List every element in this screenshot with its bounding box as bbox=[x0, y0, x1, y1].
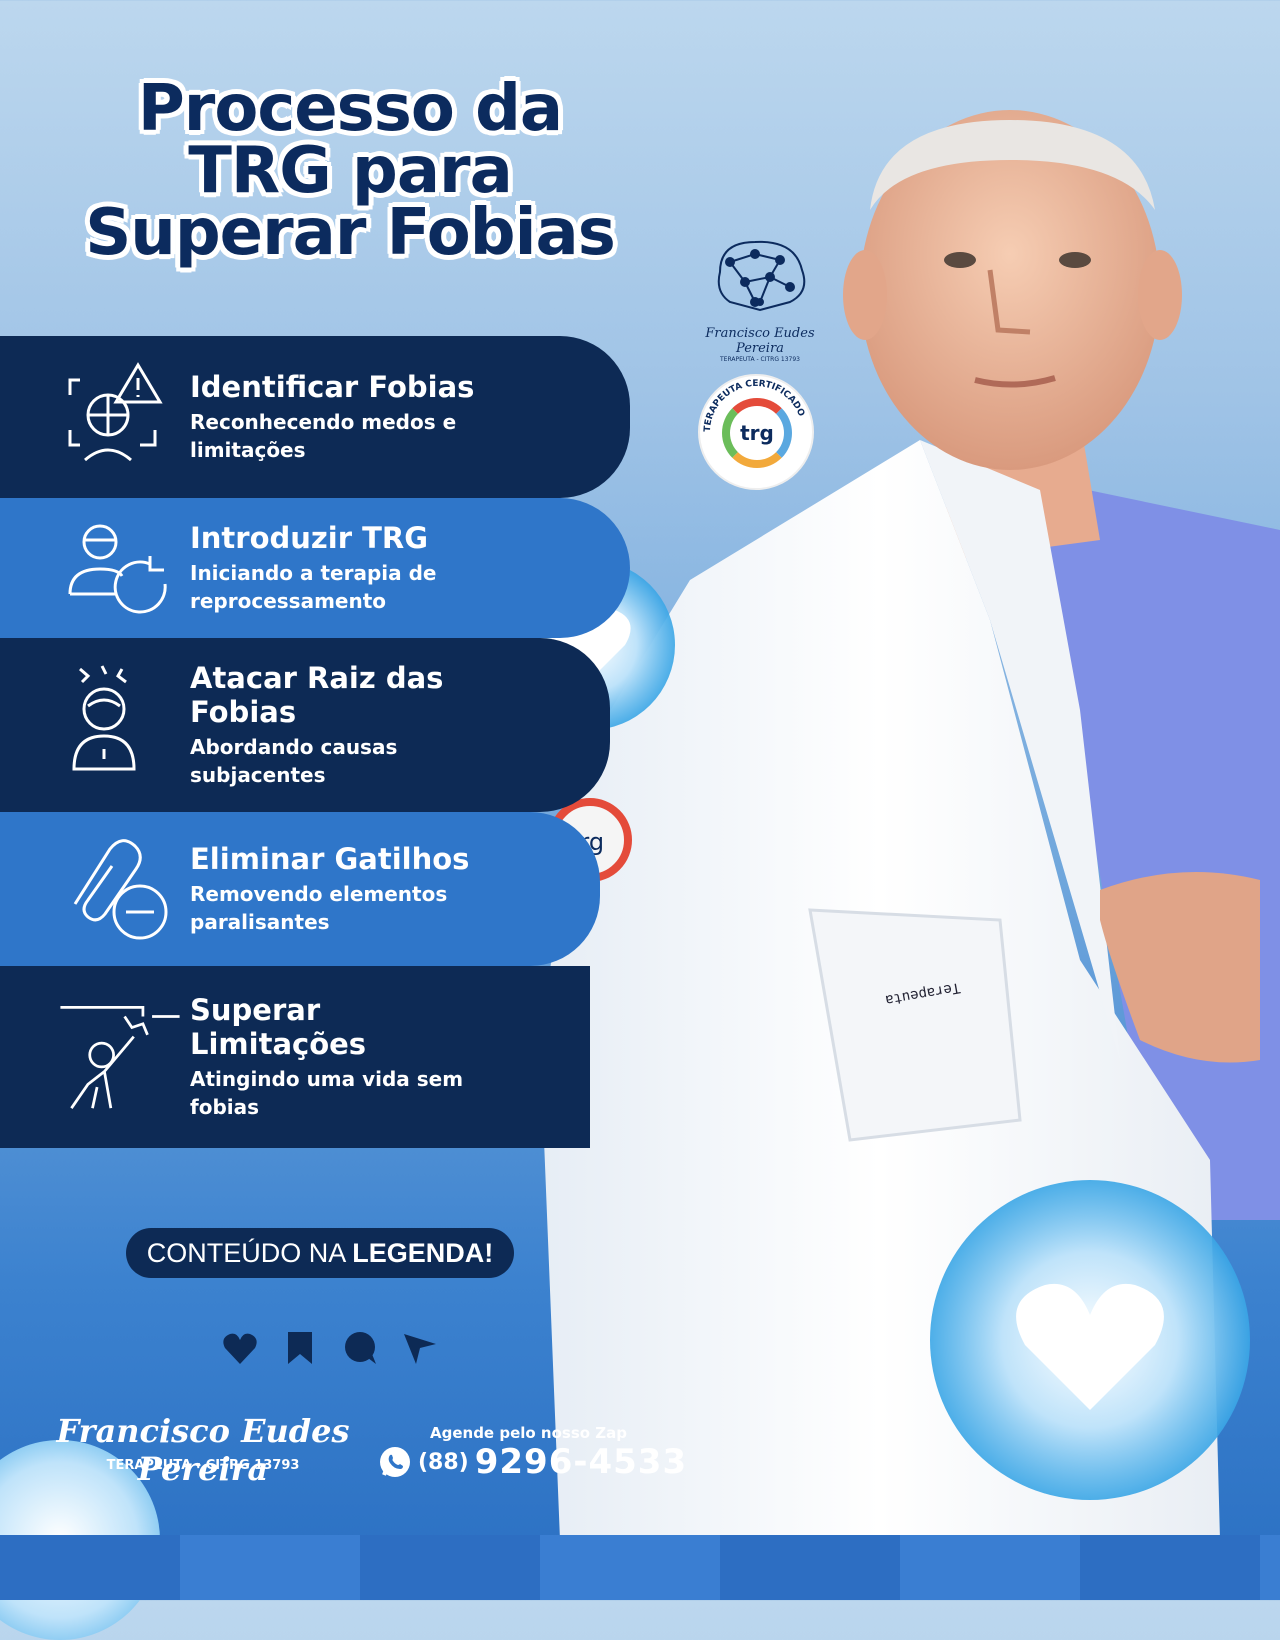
comment-icon[interactable] bbox=[340, 1328, 380, 1368]
bottom-decor-bar bbox=[0, 1535, 1280, 1600]
cta-text: CONTEÚDO NA bbox=[146, 1238, 353, 1268]
step-desc-line-1: Reconhecendo medos e bbox=[190, 410, 457, 434]
whatsapp-icon bbox=[378, 1445, 412, 1479]
seal-label: trg bbox=[722, 398, 792, 468]
step-identificar: Identificar Fobias Reconhecendo medos e … bbox=[0, 336, 630, 498]
paperclip-remove-icon bbox=[60, 834, 180, 944]
step-desc-line-2: reprocessamento bbox=[190, 589, 387, 613]
brand-logo: Francisco Eudes Pereira TERAPEUTA - CITR… bbox=[680, 232, 840, 363]
footer-signature: Francisco Eudes Pereira bbox=[56, 1412, 350, 1488]
zap-label: Agende pelo nosso Zap bbox=[430, 1424, 628, 1442]
brain-network-icon bbox=[717, 240, 806, 312]
step-atacar: Atacar Raiz das Fobias Abordando causas … bbox=[0, 638, 610, 812]
step-title-line-2: Limitações bbox=[190, 1027, 367, 1061]
send-icon[interactable] bbox=[400, 1328, 440, 1368]
step-desc-line-2: fobias bbox=[190, 1095, 260, 1119]
step-desc-line-1: Removendo elementos bbox=[190, 882, 448, 906]
step-title: Introduzir TRG bbox=[190, 521, 429, 555]
heart-icon[interactable] bbox=[220, 1328, 260, 1368]
step-title: Identificar Fobias bbox=[190, 370, 475, 404]
person-refresh-icon bbox=[60, 514, 180, 624]
step-title-line-2: Fobias bbox=[190, 695, 297, 729]
step-eliminar: Eliminar Gatilhos Removendo elementos pa… bbox=[0, 812, 600, 966]
logo-signature: Francisco Eudes Pereira bbox=[705, 326, 815, 356]
footer-subtitle: TERAPEUTA - CITRG 13793 bbox=[106, 1458, 300, 1473]
step-title: Eliminar Gatilhos bbox=[190, 842, 470, 876]
phone-area-code: (88) bbox=[418, 1449, 469, 1475]
cta-bold-text: LEGENDA! bbox=[352, 1238, 494, 1268]
logo-subtitle: TERAPEUTA - CITRG 13793 bbox=[719, 356, 800, 363]
social-actions bbox=[220, 1328, 440, 1368]
stressed-person-icon bbox=[60, 664, 180, 774]
caption-cta-badge: CONTEÚDO NA LEGENDA! bbox=[126, 1228, 514, 1278]
step-desc-line-1: Iniciando a terapia de bbox=[190, 561, 437, 585]
step-desc-line-1: Abordando causas bbox=[190, 735, 398, 759]
step-desc-line-1: Atingindo uma vida sem bbox=[190, 1067, 464, 1091]
therapist-photo: Terapeuta trg bbox=[505, 60, 1280, 1540]
step-title: Atacar Raiz das bbox=[190, 661, 444, 695]
certified-seal: TERAPEUTA CERTIFICADO trg bbox=[698, 374, 814, 490]
step-title: Superar bbox=[190, 993, 321, 1027]
person-breaking-ceiling-icon bbox=[60, 1000, 180, 1110]
step-superar: Superar Limitações Atingindo uma vida se… bbox=[0, 966, 590, 1148]
face-scan-warning-icon bbox=[60, 360, 180, 470]
bookmark-icon[interactable] bbox=[280, 1328, 320, 1368]
step-desc-line-2: limitações bbox=[190, 438, 306, 462]
step-desc-line-2: paralisantes bbox=[190, 910, 330, 934]
phone-number: 9296-4533 bbox=[474, 1442, 688, 1482]
step-desc-line-2: subjacentes bbox=[190, 763, 326, 787]
step-introduzir: Introduzir TRG Iniciando a terapia de re… bbox=[0, 498, 630, 638]
phone-contact[interactable]: (88) 9296-4533 bbox=[378, 1442, 687, 1482]
